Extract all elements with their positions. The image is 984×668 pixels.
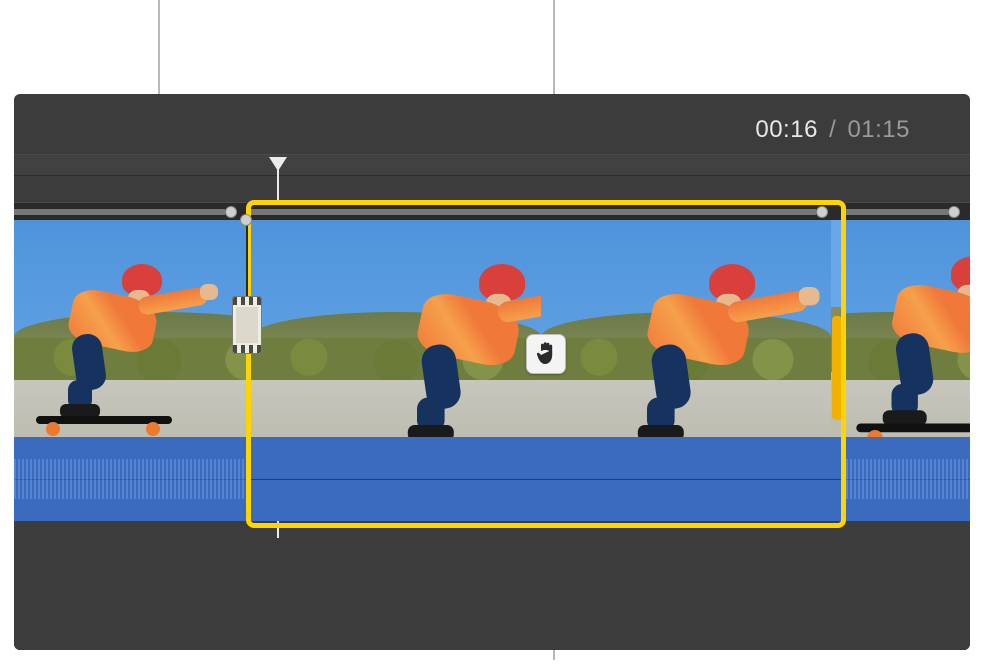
time-counter: 00:16 / 01:15 xyxy=(755,116,910,144)
freeze-frame-icon[interactable] xyxy=(232,296,262,354)
speed-bar[interactable] xyxy=(14,202,247,220)
speed-bar[interactable] xyxy=(251,202,842,220)
time-separator: / xyxy=(829,116,836,143)
clip-thumbnail xyxy=(846,220,970,437)
speed-handle-icon[interactable] xyxy=(948,206,960,218)
timeline-empty-area[interactable] xyxy=(14,538,970,650)
freeze-frame-stem xyxy=(246,220,248,298)
hand-stop-icon xyxy=(526,334,566,374)
video-track[interactable] xyxy=(14,202,970,521)
stage: 00:16 / 01:15 xyxy=(0,0,984,668)
timeline-ruler[interactable] xyxy=(14,154,970,176)
range-end-handle[interactable] xyxy=(832,316,842,420)
speed-bar[interactable] xyxy=(846,202,970,220)
time-total: 01:15 xyxy=(847,116,910,143)
clip-thumbnail xyxy=(251,220,842,437)
clip-3[interactable] xyxy=(846,202,970,521)
clip-1[interactable] xyxy=(14,202,247,521)
audio-waveform[interactable] xyxy=(14,437,247,521)
speed-fill xyxy=(251,209,816,215)
time-current: 00:16 xyxy=(755,116,818,143)
clip-thumbnail xyxy=(14,220,247,437)
audio-waveform[interactable] xyxy=(846,437,970,521)
freeze-frame-handle-icon[interactable] xyxy=(240,214,252,226)
speed-fill xyxy=(846,209,948,215)
timeline-panel: 00:16 / 01:15 xyxy=(14,94,970,650)
speed-fill xyxy=(14,209,225,215)
speed-handle-icon[interactable] xyxy=(225,206,237,218)
speed-handle-icon[interactable] xyxy=(816,206,828,218)
audio-waveform[interactable] xyxy=(251,437,842,521)
